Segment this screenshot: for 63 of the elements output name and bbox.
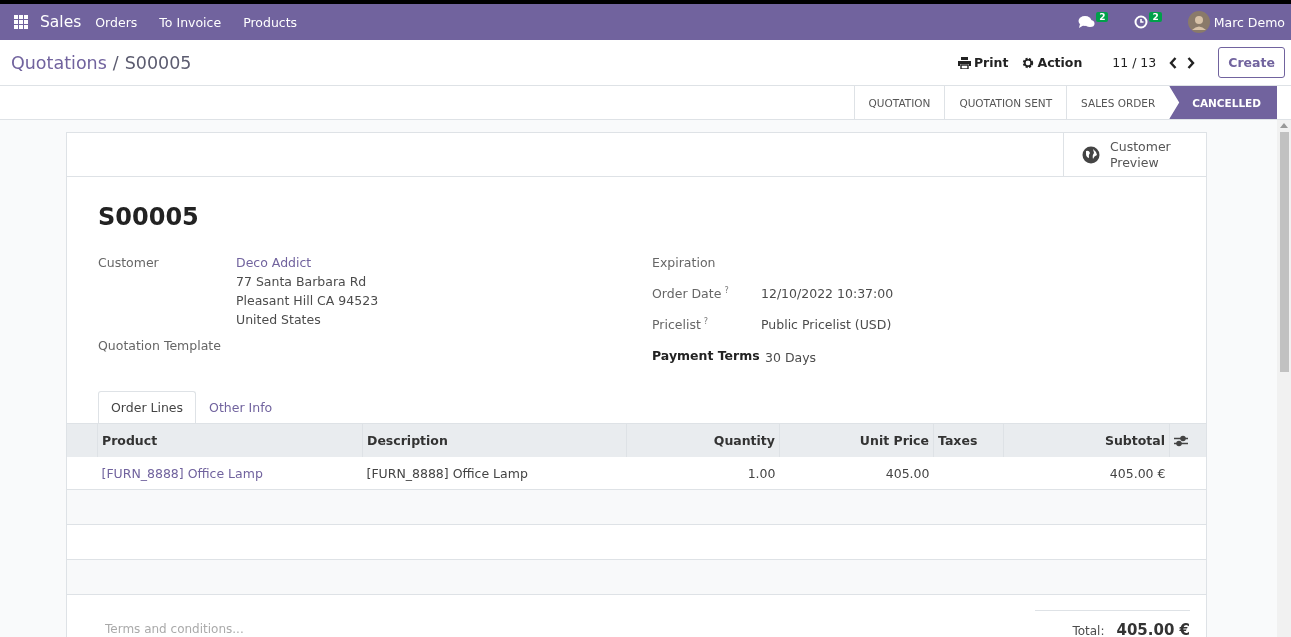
grid-icon (14, 15, 28, 29)
field-label: Customer (98, 255, 160, 272)
scroll-up-icon (1280, 123, 1288, 128)
print-button[interactable]: Print (957, 55, 1009, 70)
field-label: Order Date (652, 286, 722, 302)
record-title: S00005 (98, 203, 200, 231)
field-value: 12/10/2022 10:37:00 (761, 286, 894, 303)
create-button[interactable]: Create (1218, 47, 1285, 78)
terms-field[interactable]: Terms and conditions... (103, 619, 407, 637)
column-header[interactable]: Subtotal (1003, 423, 1170, 457)
total-label: Total: (1072, 624, 1105, 637)
field-label: Pricelist (652, 317, 701, 333)
action-button[interactable]: Action (1022, 55, 1083, 70)
activities-button[interactable]: 2 (1128, 4, 1168, 40)
activity-count-badge: 2 (1149, 12, 1162, 22)
message-count-badge: 2 (1096, 12, 1109, 22)
chevron-left-icon (1169, 56, 1178, 69)
scrollbar-thumb[interactable] (1279, 132, 1289, 372)
table-cell: 405.00 € (1109, 465, 1166, 481)
address-line: 77 Santa Barbara Rd (236, 274, 368, 289)
table-cell: 405.00 (885, 465, 930, 481)
printer-icon (957, 56, 971, 69)
field-value: 30 Days (764, 349, 817, 367)
column-header[interactable]: Quantity (626, 423, 780, 457)
clock-icon (1134, 15, 1149, 29)
chat-icon (1078, 15, 1096, 29)
pager-value: 11 / 13 (1112, 55, 1157, 70)
nav-menu-item[interactable]: Orders (95, 14, 138, 30)
breadcrumb-separator: / (112, 52, 119, 73)
table-cell: [FURN_8888] Office Lamp (366, 465, 528, 481)
help-tooltip-mark[interactable]: ? (703, 317, 709, 326)
app-name[interactable]: Sales (40, 13, 82, 31)
field-label: Payment Terms (652, 348, 760, 363)
help-tooltip-mark[interactable]: ? (724, 286, 729, 295)
notebook-tab[interactable]: Order Lines (98, 391, 197, 423)
table-cell: 1.00 (747, 465, 776, 481)
gear-icon (1022, 56, 1035, 69)
breadcrumb-current: S00005 (124, 52, 192, 73)
address-line: Pleasant Hill CA 94523 (236, 293, 379, 308)
chevron-right-icon (1187, 56, 1196, 69)
column-header[interactable]: Unit Price (779, 423, 934, 457)
scrollbar[interactable] (1277, 120, 1291, 637)
field-label: Quotation Template (98, 338, 222, 355)
column-settings-button[interactable] (1174, 434, 1188, 447)
status-step[interactable]: CANCELLED (1169, 86, 1277, 119)
breadcrumb-link[interactable]: Quotations (11, 52, 107, 73)
total-value: 405.00 € (1116, 621, 1190, 637)
nav-menu-item[interactable]: To Invoice (159, 14, 222, 30)
address-line: United States (236, 312, 322, 327)
column-header[interactable]: Product (97, 423, 363, 457)
notebook-tab[interactable]: Other Info (196, 391, 286, 423)
user-menu-button[interactable]: Marc Demo (1181, 4, 1285, 40)
field-value: Public Pricelist (USD) (761, 317, 892, 334)
field-label: Expiration (652, 255, 716, 270)
globe-icon (1082, 145, 1100, 164)
product-link[interactable]: [FURN_8888] Office Lamp (101, 465, 263, 481)
messages-button[interactable]: 2 (1072, 4, 1115, 40)
avatar-icon (1187, 11, 1210, 33)
column-header[interactable]: Taxes (933, 423, 1004, 457)
sliders-icon (1174, 434, 1188, 447)
column-header[interactable]: Description (362, 423, 627, 457)
nav-menu-item[interactable]: Products (243, 14, 298, 30)
customer-link[interactable]: Deco Addict (236, 255, 379, 270)
